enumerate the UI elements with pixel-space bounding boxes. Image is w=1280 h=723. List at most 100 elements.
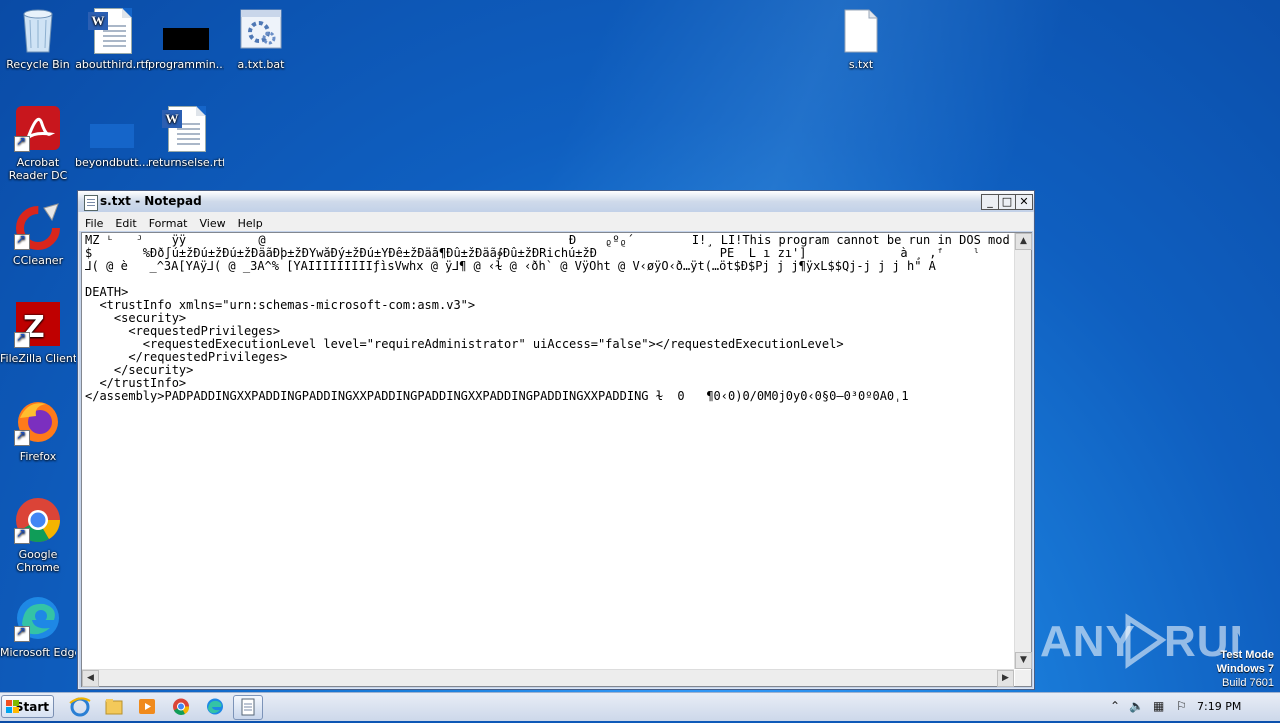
desktop-icon-label: aboutthird.rtf bbox=[75, 58, 149, 71]
window-title: s.txt - Notepad bbox=[100, 194, 202, 208]
text-line: MZ ᴸ ᴶ ÿÿ @ Ð ᵨºᵨ´ Í!¸ LÍ!This program c… bbox=[85, 234, 1010, 247]
scroll-right-icon[interactable]: ▶ bbox=[997, 670, 1014, 687]
acrobat-icon bbox=[14, 104, 62, 152]
start-button[interactable]: Start bbox=[1, 695, 54, 718]
text-line: $ %Ðð∫ú±žÐú±žÐú±žÐäãÐþ±žÐÝwåÐý±žÐú±ÝÐê±ž… bbox=[85, 247, 980, 260]
taskbar: Start ⌃ 🔈 ▦ ⚐ 7:19 PM bbox=[0, 692, 1280, 721]
speaker-icon[interactable]: 🔈 bbox=[1129, 699, 1144, 713]
clock[interactable]: 7:19 PM bbox=[1197, 700, 1241, 713]
desktop-icon-aboutthird[interactable]: W aboutthird.rtf bbox=[74, 6, 150, 71]
horizontal-scrollbar[interactable]: ◀ ▶ bbox=[82, 669, 1014, 687]
chrome-taskbar-icon[interactable] bbox=[167, 695, 195, 718]
menu-help[interactable]: Help bbox=[232, 214, 269, 233]
batch-file-icon bbox=[237, 6, 285, 54]
text-line: <trustInfo xmlns="urn:schemas-microsoft-… bbox=[85, 299, 476, 312]
filezilla-icon: Z bbox=[14, 300, 62, 348]
text-line: </trustInfo> bbox=[85, 377, 187, 390]
word-document-icon: W bbox=[162, 104, 210, 152]
desktop-icon-a-txt-bat[interactable]: a.txt.bat bbox=[223, 6, 299, 71]
desktop-icon-chrome[interactable]: Google Chrome bbox=[0, 496, 76, 574]
shortcut-arrow-icon bbox=[14, 428, 30, 446]
windows-logo-icon bbox=[6, 700, 20, 714]
shortcut-arrow-icon bbox=[14, 624, 30, 642]
word-document-icon: W bbox=[88, 6, 136, 54]
build-line: Build 7601 bbox=[1222, 677, 1274, 689]
test-mode-notice: Test Mode Windows 7 Build 7601 bbox=[1217, 648, 1274, 690]
desktop-icon-ccleaner[interactable]: CCleaner bbox=[0, 202, 76, 267]
scroll-left-icon[interactable]: ◀ bbox=[82, 670, 99, 687]
text-line: <security> bbox=[85, 312, 187, 325]
shortcut-arrow-icon bbox=[14, 330, 30, 348]
svg-text:ANY: ANY bbox=[1040, 617, 1136, 666]
windows-version-line: Windows 7 bbox=[1216, 663, 1274, 675]
firefox-icon bbox=[14, 398, 62, 446]
desktop-icon-label: Google Chrome bbox=[16, 548, 60, 574]
desktop-icon-beyondbutt[interactable]: beyondbutt... bbox=[74, 104, 150, 169]
text-line: DEATH> bbox=[85, 286, 129, 299]
vertical-scrollbar[interactable]: ▲ ▼ bbox=[1014, 233, 1032, 669]
scroll-down-icon[interactable]: ▼ bbox=[1015, 652, 1032, 669]
explorer-icon[interactable] bbox=[100, 695, 128, 718]
scroll-up-icon[interactable]: ▲ bbox=[1015, 233, 1032, 250]
desktop-icon-label: FileZilla Client bbox=[0, 352, 76, 365]
resize-grip-icon[interactable] bbox=[1015, 670, 1031, 686]
desktop-icon-filezilla[interactable]: Z FileZilla Client bbox=[0, 300, 76, 365]
shortcut-arrow-icon bbox=[14, 134, 30, 152]
desktop-icon-firefox[interactable]: Firefox bbox=[0, 398, 76, 463]
edge-taskbar-icon[interactable] bbox=[201, 695, 229, 718]
text-line: <requestedPrivileges> bbox=[85, 325, 281, 338]
desktop-icon-label: programmin... bbox=[148, 58, 224, 71]
test-mode-line: Test Mode bbox=[1220, 649, 1274, 661]
desktop-icon-label: Firefox bbox=[19, 450, 57, 463]
close-button[interactable]: ✕ bbox=[1015, 194, 1033, 210]
text-line: </security> bbox=[85, 364, 194, 377]
recycle-bin-icon bbox=[14, 6, 62, 54]
text-editor[interactable]: MZ ᴸ ᴶ ÿÿ @ Ð ᵨºᵨ´ Í!¸ LÍ!This program c… bbox=[81, 232, 1032, 687]
desktop-icon-edge[interactable]: Microsoft Edge bbox=[0, 594, 76, 659]
chevron-up-icon[interactable]: ⌃ bbox=[1110, 699, 1120, 713]
ie-icon[interactable] bbox=[66, 695, 94, 718]
menu-edit[interactable]: Edit bbox=[109, 214, 142, 233]
menu-bar: File Edit Format View Help bbox=[79, 212, 1033, 231]
desktop-icon-returnselse[interactable]: W returnselse.rtf bbox=[148, 104, 224, 169]
notepad-taskbar-icon[interactable] bbox=[233, 695, 263, 720]
ccleaner-icon bbox=[14, 202, 62, 250]
text-line: <requestedExecutionLevel level="requireA… bbox=[85, 338, 844, 351]
desktop-icon-label: returnselse.rtf bbox=[148, 156, 224, 169]
media-player-icon[interactable] bbox=[133, 695, 161, 718]
menu-format[interactable]: Format bbox=[143, 214, 194, 233]
text-line: ⅃( @ è _^3Ä[YÄÿ⅃( @ _3À^% [YÄÌÌÌÌÌÌÌÌÌƒì… bbox=[85, 260, 936, 273]
text-line bbox=[85, 273, 1013, 286]
black-file-icon bbox=[162, 6, 210, 54]
flag-icon[interactable]: ⚐ bbox=[1176, 699, 1187, 713]
desktop-icon-label: CCleaner bbox=[12, 254, 64, 267]
title-bar[interactable]: s.txt - Notepad _ □ ✕ bbox=[78, 191, 1034, 212]
desktop-icon-acrobat[interactable]: Acrobat Reader DC bbox=[0, 104, 76, 182]
desktop-icon-programmin[interactable]: programmin... bbox=[148, 6, 224, 71]
notepad-window[interactable]: s.txt - Notepad _ □ ✕ File Edit Format View… bbox=[77, 190, 1035, 690]
network-icon[interactable]: ▦ bbox=[1153, 699, 1164, 713]
notepad-icon bbox=[84, 195, 98, 211]
text-line: </requestedPrivileges> bbox=[85, 351, 288, 364]
desktop-icon-label: beyondbutt... bbox=[74, 156, 149, 169]
desktop-icon-label: Acrobat Reader DC bbox=[8, 156, 68, 182]
shortcut-arrow-icon bbox=[14, 232, 30, 250]
desktop-icon-label: Microsoft Edge bbox=[0, 646, 76, 659]
desktop-icon-s-txt[interactable]: s.txt bbox=[823, 6, 899, 71]
text-content[interactable]: MZ ᴸ ᴶ ÿÿ @ Ð ᵨºᵨ´ Í!¸ LÍ!This program c… bbox=[85, 234, 1013, 667]
edge-icon bbox=[14, 594, 62, 642]
text-file-icon bbox=[837, 6, 885, 54]
minimize-button[interactable]: _ bbox=[981, 194, 999, 210]
chrome-icon bbox=[14, 496, 62, 544]
menu-file[interactable]: File bbox=[79, 214, 109, 233]
shortcut-arrow-icon bbox=[14, 526, 30, 544]
anyrun-watermark: ANY RUN bbox=[1040, 610, 1261, 670]
menu-view[interactable]: View bbox=[194, 214, 232, 233]
desktop-icon-label: s.txt bbox=[848, 58, 874, 71]
desktop-icon-label: a.txt.bat bbox=[237, 58, 285, 71]
text-line: </assembly>PADPADDINGXXPADDINGPADDINGXXP… bbox=[85, 390, 909, 403]
desktop-icon-recycle-bin[interactable]: Recycle Bin bbox=[0, 6, 76, 71]
maximize-button[interactable]: □ bbox=[998, 194, 1016, 210]
desktop-icon-label: Recycle Bin bbox=[6, 58, 70, 71]
blue-file-icon bbox=[88, 104, 136, 152]
